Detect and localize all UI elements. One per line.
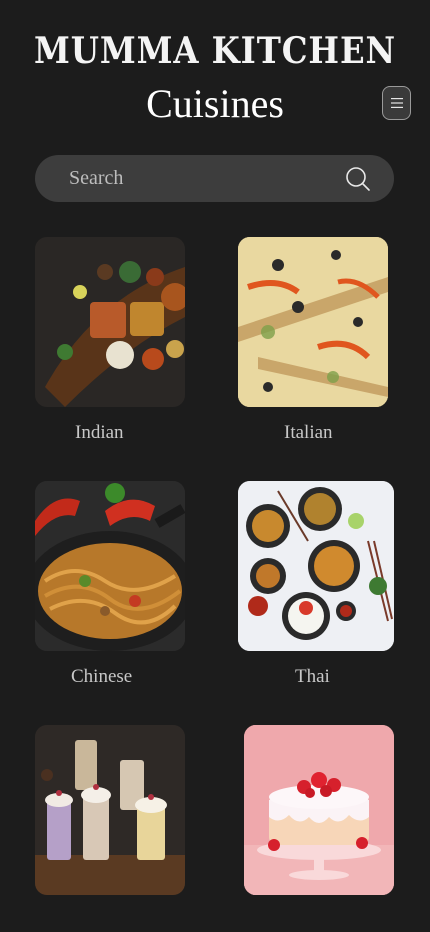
brand-logo: MUMMA KITCHEN: [33, 30, 397, 72]
italian-food-image[interactable]: [238, 237, 388, 407]
cuisine-label-italian: Italian: [284, 422, 333, 443]
cake-image[interactable]: [244, 725, 394, 895]
menu-button[interactable]: [382, 86, 411, 120]
page-title: Cuisines: [146, 81, 284, 126]
search-bar[interactable]: [35, 155, 394, 202]
search-input[interactable]: [69, 155, 339, 202]
indian-food-image[interactable]: [35, 237, 185, 407]
cuisine-label-chinese: Chinese: [71, 666, 133, 687]
cuisine-label-indian: Indian: [75, 422, 124, 443]
milkshake-drinks-image[interactable]: [35, 725, 185, 895]
chinese-food-image[interactable]: [35, 481, 185, 651]
thai-food-image[interactable]: [238, 481, 394, 651]
search-icon[interactable]: [345, 166, 371, 192]
hamburger-menu-icon: [390, 98, 403, 108]
cuisine-label-thai: Thai: [295, 666, 330, 687]
